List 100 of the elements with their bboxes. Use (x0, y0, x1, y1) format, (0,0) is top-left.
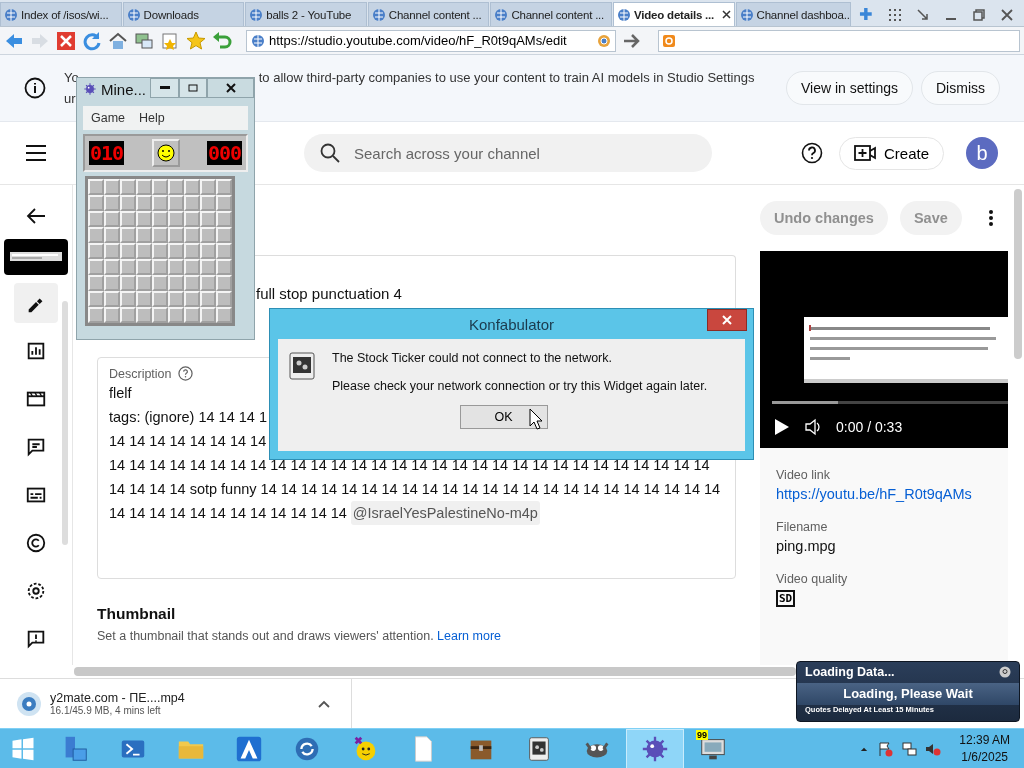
menu-item[interactable]: Game (91, 111, 126, 125)
mention-chip[interactable]: @IsraelYesPalestineNo-m4p (350, 501, 540, 525)
dialog-message: Please check your network connection or try this Widget again later. (332, 379, 709, 393)
clock-date[interactable]: 1/6/2025 (961, 748, 1008, 766)
search-icon[interactable] (999, 666, 1011, 678)
minimize-button[interactable] (150, 78, 179, 98)
nav-item[interactable] (14, 283, 58, 323)
search-field[interactable] (658, 29, 1020, 52)
scrollbar-thumb[interactable] (1014, 189, 1022, 359)
search-engine-icon (662, 33, 676, 48)
chrome-icon[interactable] (597, 33, 611, 48)
reload-icon[interactable] (82, 30, 102, 51)
close-button[interactable] (707, 309, 747, 331)
globe-icon (249, 7, 264, 22)
stop-icon[interactable] (56, 30, 76, 51)
section-description: Set a thumbnail that stands out and draws viewers' attention. Learn more (97, 629, 503, 643)
detail-label: Filename (776, 520, 829, 534)
network-icon[interactable] (134, 30, 154, 51)
icon-badge: 99 (696, 729, 708, 740)
browser-tab[interactable]: Channel content ... (367, 2, 490, 26)
field-label: Description (109, 366, 172, 381)
comment-icon (25, 436, 47, 458)
close-icon (225, 83, 236, 93)
banner-button[interactable]: View in settings (786, 71, 913, 105)
video-plus-icon (853, 145, 876, 161)
banner-text: ur (64, 90, 76, 108)
globe-icon (494, 7, 509, 22)
shrink-icon[interactable] (916, 8, 930, 22)
video-link[interactable]: https://youtu.be/hF_R0t9qAMs (776, 486, 992, 502)
description-text: 14 14 14 14 sotp funny 14 14 14 14 14 14 14 14 14 14 14 14 14 14 14 14 14 14 14 14 14 14 14 (109, 480, 721, 499)
flag-icon[interactable] (877, 740, 894, 757)
bar-chart-icon (25, 340, 47, 362)
undo-arrow-icon[interactable] (212, 30, 232, 51)
feedback-icon (25, 628, 47, 650)
spiked-ball-icon (83, 80, 97, 98)
description-text: flelf (109, 384, 132, 403)
star-icon[interactable] (186, 30, 206, 51)
dialog-message: The Stock Ticker could not connect to the network. (332, 351, 613, 365)
create-button[interactable]: Create (838, 136, 944, 170)
globe-icon (4, 7, 18, 22)
copyright-icon (25, 532, 47, 554)
timer-display: 000 (206, 141, 242, 165)
search-icon (320, 143, 340, 163)
network-icon[interactable] (901, 740, 918, 757)
close-icon[interactable] (1000, 8, 1014, 22)
widget-title: Loading Data... (805, 665, 895, 679)
video-player[interactable]: 0:00 / 0:33 (760, 251, 1008, 448)
plus-icon[interactable] (858, 6, 874, 22)
home-icon[interactable] (108, 30, 128, 51)
mine-counter: 010 (89, 141, 125, 165)
minesweeper-window[interactable]: Mine... Game Help 010 000 (76, 77, 255, 340)
detail-value: ping.mpg (776, 538, 837, 554)
help-icon[interactable] (800, 142, 823, 164)
banner-text: to allow third-party companies to use your content to train AI models in Studio Settings (258, 69, 755, 87)
browser-tab[interactable]: Channel content ... (490, 2, 612, 26)
menu-icon[interactable] (26, 145, 46, 161)
browser-tab[interactable]: Channel dashboa... (735, 2, 852, 26)
section-heading: Thumbnail (97, 605, 177, 623)
globe-icon (616, 7, 631, 22)
mine-grid[interactable] (85, 176, 235, 326)
avatar[interactable]: b (966, 137, 998, 169)
restore-icon[interactable] (972, 8, 986, 22)
browser-tab[interactable]: Video details ... (612, 2, 735, 26)
banner-button[interactable]: Dismiss (921, 71, 1000, 105)
close-button[interactable] (207, 78, 254, 98)
search-field[interactable]: Search across your channel (304, 134, 712, 172)
smiley-button[interactable] (151, 139, 180, 167)
globe-icon (371, 7, 386, 22)
close-icon[interactable] (721, 10, 731, 19)
loading-status: Loading, Please Wait (797, 683, 1019, 705)
volume-icon[interactable] (804, 418, 822, 436)
globe-icon (251, 33, 265, 48)
description-text: 14 14 14 14 14 14 14 14 14 14 14 14 (109, 504, 347, 523)
more-icon[interactable] (987, 209, 994, 227)
clock-time[interactable]: 12:39 AM (959, 731, 1010, 749)
close-icon (722, 315, 732, 325)
browser-tab[interactable]: balls 2 - YouTube (245, 2, 367, 26)
disc-icon (16, 690, 42, 717)
browser-tab[interactable]: Downloads (122, 2, 245, 26)
info-icon (24, 77, 46, 99)
download-filename: y2mate.com - ПЕ....mp4 (50, 691, 185, 705)
taskbar-app[interactable]: 99 (684, 728, 742, 768)
scrollbar-thumb[interactable] (74, 667, 796, 676)
video-time: 0:00 / 0:33 (836, 419, 903, 435)
cursor-icon (529, 408, 543, 430)
scrollbar-thumb[interactable] (62, 301, 68, 545)
maximize-icon (188, 84, 198, 92)
menu-item[interactable]: Help (139, 111, 165, 125)
address-bar[interactable]: https://studio.youtube.com/video/hF_R0t9qAMs/edit (246, 29, 616, 52)
browser-tab[interactable]: Index of /isos/wi... (0, 2, 122, 26)
taskbar-app[interactable] (626, 728, 684, 768)
globe-icon (126, 7, 141, 22)
grid-icon[interactable] (888, 8, 902, 22)
play-icon[interactable] (772, 418, 790, 436)
dialog-title: Konfabulator (468, 315, 555, 333)
minimize-icon (159, 86, 170, 90)
learn-more-link[interactable]: Learn more (437, 629, 502, 643)
quality-badge: SD (776, 590, 796, 607)
description-text: 14 14 14 14 14 14 14 14 (109, 432, 267, 451)
detail-label: Video link (776, 468, 831, 482)
